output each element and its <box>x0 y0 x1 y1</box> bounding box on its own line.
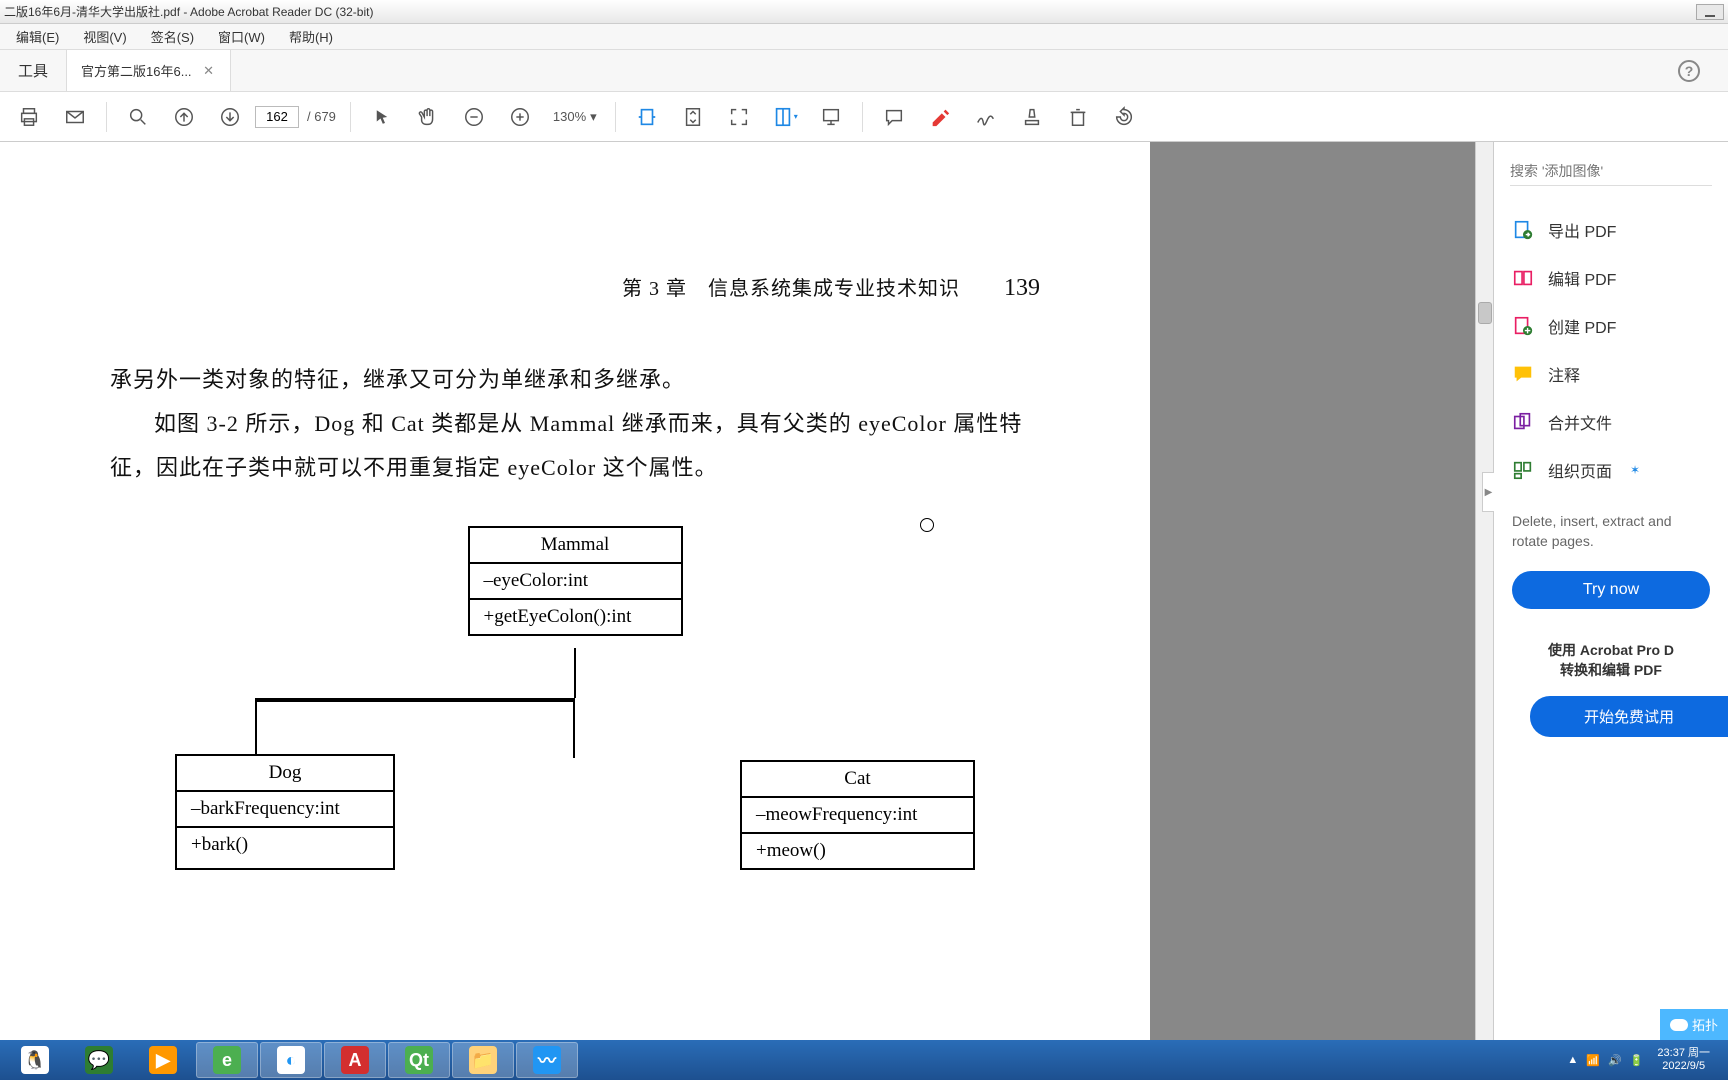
tool-edit-pdf[interactable]: 编辑 PDF <box>1494 254 1728 302</box>
zoom-level-dropdown[interactable]: 130%▾ <box>545 109 605 125</box>
uml-class-mammal: Mammal –eyeColor:int +getEyeColon():int <box>468 526 683 636</box>
chevron-down-icon: ▾ <box>590 109 597 125</box>
read-aloud-icon[interactable] <box>810 99 852 135</box>
try-now-button[interactable]: Try now <box>1512 571 1710 609</box>
page-down-icon[interactable] <box>209 99 251 135</box>
stamp-icon[interactable] <box>1011 99 1053 135</box>
zoom-find-icon[interactable] <box>117 99 159 135</box>
fullscreen-icon[interactable] <box>718 99 760 135</box>
start-trial-button[interactable]: 开始免费试用 <box>1530 696 1728 737</box>
chevron-down-icon: ▾ <box>794 112 798 121</box>
toolbar: / 679 130%▾ ▾ <box>0 92 1728 142</box>
fit-page-icon[interactable] <box>672 99 714 135</box>
tool-create-pdf[interactable]: 创建 PDF <box>1494 302 1728 350</box>
menu-help[interactable]: 帮助(H) <box>277 25 345 48</box>
delete-icon[interactable] <box>1057 99 1099 135</box>
tool-description: Delete, insert, extract and rotate pages… <box>1494 500 1728 563</box>
taskbar-app-wechat[interactable]: 💬 <box>68 1042 130 1078</box>
tab-document-label: 官方第二版16年6... <box>81 61 192 80</box>
tools-search-input[interactable] <box>1510 156 1712 186</box>
comment-tool-icon <box>1512 363 1534 385</box>
cursor-ring-icon <box>920 518 934 532</box>
tool-export-pdf[interactable]: 导出 PDF <box>1494 206 1728 254</box>
tools-side-panel: ▶ 导出 PDF 编辑 PDF 创建 PDF 注释 合并文件 <box>1493 142 1728 1040</box>
tray-battery-icon[interactable]: 🔋 <box>1630 1054 1644 1067</box>
taskbar-app-qt[interactable]: Qt <box>388 1042 450 1078</box>
page-number: 139 <box>980 275 1040 302</box>
taskbar-app-acrobat[interactable]: A <box>324 1042 386 1078</box>
menu-view[interactable]: 视图(V) <box>71 25 138 48</box>
zoom-in-icon[interactable] <box>499 99 541 135</box>
tray-network-icon[interactable]: 📶 <box>1586 1054 1600 1067</box>
tab-tools[interactable]: 工具 <box>0 50 67 91</box>
taskbar-app-qq[interactable]: 🐧 <box>4 1042 66 1078</box>
select-tool-icon[interactable] <box>361 99 403 135</box>
scrollbar-thumb[interactable] <box>1478 302 1492 324</box>
inheritance-arrow-icon <box>568 636 582 648</box>
collapse-panel-icon[interactable]: ▶ <box>1482 472 1494 512</box>
chapter-header: 第 3 章 信息系统集成专业技术知识 139 <box>110 272 1040 302</box>
tray-volume-icon[interactable]: 🔊 <box>1608 1054 1622 1067</box>
combine-files-icon <box>1512 411 1534 433</box>
taskbar-app-media[interactable]: ▶ <box>132 1042 194 1078</box>
uml-class-cat: Cat –meowFrequency:int +meow() <box>740 760 975 870</box>
help-icon[interactable]: ? <box>1678 60 1700 82</box>
taskbar-app-360[interactable]: ◐ <box>260 1042 322 1078</box>
tool-comment[interactable]: 注释 <box>1494 350 1728 398</box>
sign-icon[interactable] <box>965 99 1007 135</box>
comment-icon[interactable] <box>873 99 915 135</box>
main-area: 第 3 章 信息系统集成专业技术知识 139 承另外一类对象的特征，继承又可分为… <box>0 142 1728 1040</box>
document-viewport[interactable]: 第 3 章 信息系统集成专业技术知识 139 承另外一类对象的特征，继承又可分为… <box>0 142 1493 1040</box>
body-text: 承另外一类对象的特征，继承又可分为单继承和多继承。 如图 3-2 所示，Dog … <box>110 358 1040 490</box>
create-pdf-icon <box>1512 315 1534 337</box>
tab-bar: 工具 官方第二版16年6... ✕ ? <box>0 50 1728 92</box>
fit-width-icon[interactable] <box>626 99 668 135</box>
vertical-scrollbar[interactable] <box>1475 142 1493 1040</box>
edit-pdf-icon <box>1512 267 1534 289</box>
uml-class-dog: Dog –barkFrequency:int +bark() <box>175 754 395 870</box>
cloud-badge[interactable]: 拓扑 <box>1660 1009 1728 1040</box>
window-titlebar: 二版16年6月-清华大学出版社.pdf - Adobe Acrobat Read… <box>0 0 1728 24</box>
tool-combine[interactable]: 合并文件 <box>1494 398 1728 446</box>
page-number-input[interactable] <box>255 106 299 128</box>
window-title: 二版16年6月-清华大学出版社.pdf - Adobe Acrobat Read… <box>4 3 373 20</box>
menu-bar: 编辑(E) 视图(V) 签名(S) 窗口(W) 帮助(H) <box>0 24 1728 50</box>
taskbar-app-browser[interactable]: e <box>196 1042 258 1078</box>
tray-chevron-icon[interactable]: ▲ <box>1567 1054 1578 1066</box>
highlight-icon[interactable] <box>919 99 961 135</box>
menu-edit[interactable]: 编辑(E) <box>4 25 71 48</box>
system-tray[interactable]: ▲ 📶 🔊 🔋 23:37 周一 2022/9/5 <box>1559 1040 1724 1080</box>
pdf-page: 第 3 章 信息系统集成专业技术知识 139 承另外一类对象的特征，继承又可分为… <box>0 142 1150 1040</box>
rotate-icon[interactable] <box>1103 99 1145 135</box>
minimize-button[interactable] <box>1696 4 1724 20</box>
menu-sign[interactable]: 签名(S) <box>139 25 206 48</box>
zoom-out-icon[interactable] <box>453 99 495 135</box>
taskbar-clock[interactable]: 23:37 周一 2022/9/5 <box>1651 1047 1716 1073</box>
page-total-label: / 679 <box>303 109 340 124</box>
windows-taskbar: 🐧 💬 ▶ e ◐ A Qt 📁 〰 ▲ 📶 🔊 🔋 23:37 周一 2022… <box>0 1040 1728 1080</box>
menu-window[interactable]: 窗口(W) <box>206 25 277 48</box>
taskbar-app-recorder[interactable]: 〰 <box>516 1042 578 1078</box>
export-pdf-icon <box>1512 219 1534 241</box>
taskbar-app-explorer[interactable]: 📁 <box>452 1042 514 1078</box>
hand-tool-icon[interactable] <box>407 99 449 135</box>
print-icon[interactable] <box>8 99 50 135</box>
organize-pages-icon <box>1512 459 1534 481</box>
tab-close-icon[interactable]: ✕ <box>202 64 216 78</box>
email-icon[interactable] <box>54 99 96 135</box>
page-display-icon[interactable]: ▾ <box>764 99 806 135</box>
page-up-icon[interactable] <box>163 99 205 135</box>
star-badge-icon: ✶ <box>1630 463 1640 477</box>
uml-diagram: Mammal –eyeColor:int +getEyeColon():int <box>110 526 1040 870</box>
tool-organize[interactable]: 组织页面 ✶ <box>1494 446 1728 494</box>
tab-document[interactable]: 官方第二版16年6... ✕ <box>67 50 231 91</box>
promo-text: 使用 Acrobat Pro D 转换和编辑 PDF <box>1494 617 1728 688</box>
